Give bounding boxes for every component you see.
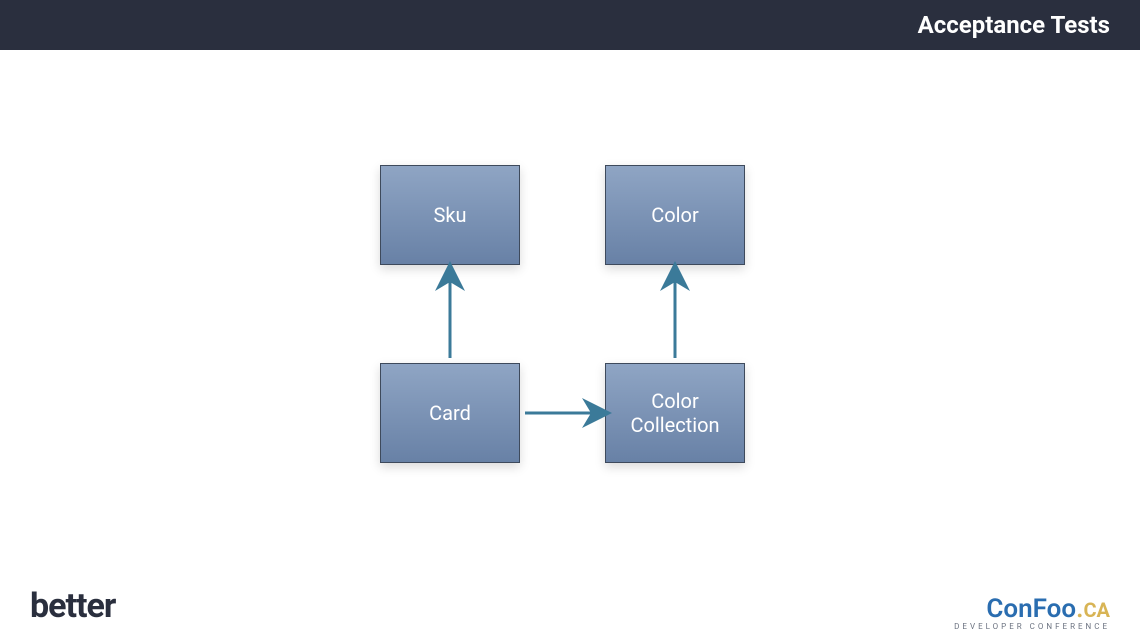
box-color: Color xyxy=(605,165,745,265)
box-color-collection: Color Collection xyxy=(605,363,745,463)
arrow-card-to-colorcollection xyxy=(523,401,603,425)
footer-logo-better: better xyxy=(30,586,115,626)
confoo-con: Con xyxy=(986,594,1032,624)
arrow-card-to-sku xyxy=(438,270,462,360)
slide-title: Acceptance Tests xyxy=(918,11,1110,39)
confoo-tagline: DEVELOPER CONFERENCE xyxy=(954,622,1110,631)
box-color-collection-label: Color Collection xyxy=(606,389,744,437)
box-card: Card xyxy=(380,363,520,463)
box-sku-label: Sku xyxy=(433,203,466,227)
arrow-colorcollection-to-color xyxy=(663,270,687,360)
box-color-label: Color xyxy=(651,203,698,227)
box-card-label: Card xyxy=(429,401,471,425)
confoo-ca: CA xyxy=(1083,598,1110,622)
box-sku: Sku xyxy=(380,165,520,265)
confoo-wordmark: ConFoo.CA xyxy=(954,594,1110,624)
confoo-foo: Foo xyxy=(1033,594,1076,624)
footer-logo-confoo: ConFoo.CA DEVELOPER CONFERENCE xyxy=(954,594,1110,631)
slide-header: Acceptance Tests xyxy=(0,0,1140,50)
diagram-container: Sku Color Card Color Collection xyxy=(380,165,760,465)
